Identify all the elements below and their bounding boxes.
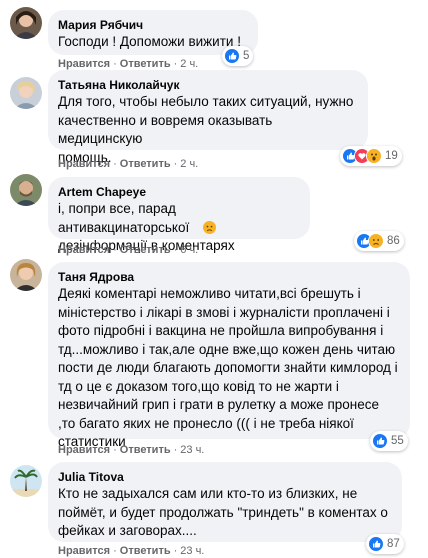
comment-actions: Нравится · Ответить · 2 ч. [58, 158, 199, 170]
reply-button[interactable]: Ответить [120, 158, 171, 170]
reply-button[interactable]: Ответить [120, 444, 171, 456]
comment-bubble: Julia Titova Кто не задыхался сам или кт… [48, 462, 402, 542]
comment-bubble: Artem Chapeye і, попри все, парад антива… [48, 177, 310, 253]
like-button[interactable]: Нравится [58, 244, 110, 256]
like-button[interactable]: Нравится [58, 444, 110, 456]
avatar[interactable] [10, 7, 42, 39]
reaction-summary[interactable]: 5 [222, 46, 254, 66]
reaction-count: 55 [391, 435, 404, 447]
reply-button[interactable]: Ответить [120, 244, 171, 256]
like-button[interactable]: Нравится [58, 545, 110, 557]
reaction-summary[interactable]: 55 [370, 431, 408, 451]
reaction-count: 87 [387, 538, 400, 550]
comment-author[interactable]: Таня Ядрова [58, 269, 400, 285]
comment-author[interactable]: Мария Рябчич [58, 17, 248, 33]
comment-time[interactable]: 6 ч. [180, 244, 198, 256]
comment-text: Для того, чтобы небыло таких ситуаций, н… [58, 94, 354, 165]
comment-actions: Нравится · Ответить · 6 ч. [58, 244, 199, 256]
like-reaction-icon [368, 536, 384, 552]
avatar[interactable] [10, 259, 42, 291]
comment-text: Деякі коментарі неможливо читати,всі бре… [58, 286, 398, 449]
comment-actions: Нравится · Ответить · 2 ч. [58, 58, 199, 70]
comment-author[interactable]: Julia Titova [58, 469, 392, 485]
reaction-summary[interactable]: 86 [354, 231, 404, 251]
comment-time[interactable]: 2 ч. [180, 158, 198, 170]
like-button[interactable]: Нравится [58, 58, 110, 70]
reaction-count: 5 [243, 50, 250, 62]
reaction-count: 19 [385, 150, 398, 162]
avatar[interactable] [10, 77, 42, 109]
comment-text: Кто не задыхался сам или кто-то из близк… [58, 486, 388, 538]
wow-reaction-icon [366, 148, 382, 164]
comment-bubble: Таня Ядрова Деякі коментарі неможливо чи… [48, 262, 410, 449]
comment-author[interactable]: Artem Chapeye [58, 184, 300, 200]
avatar[interactable] [10, 465, 42, 497]
sad-reaction-icon [368, 233, 384, 249]
comment-actions: Нравится · Ответить · 23 ч. [58, 545, 205, 557]
like-reaction-icon [224, 48, 240, 64]
comment-text: Господи ! Допоможи вижити ! [58, 34, 241, 49]
like-reaction-icon [372, 433, 388, 449]
comment-bubble: Татьяна Николайчук Для того, чтобы небыл… [48, 70, 368, 165]
comment-time[interactable]: 23 ч. [180, 545, 204, 557]
comment-time[interactable]: 2 ч. [180, 58, 198, 70]
comment-actions: Нравится · Ответить · 23 ч. [58, 444, 205, 456]
like-button[interactable]: Нравится [58, 158, 110, 170]
reaction-summary[interactable]: 87 [366, 534, 404, 554]
sad-emoji-icon [203, 221, 216, 234]
comment-time[interactable]: 23 ч. [180, 444, 204, 456]
reply-button[interactable]: Ответить [120, 545, 171, 557]
reply-button[interactable]: Ответить [120, 58, 171, 70]
reaction-summary[interactable]: 19 [340, 146, 402, 166]
avatar[interactable] [10, 174, 42, 206]
comment-author[interactable]: Татьяна Николайчук [58, 77, 358, 93]
reaction-count: 86 [387, 235, 400, 247]
